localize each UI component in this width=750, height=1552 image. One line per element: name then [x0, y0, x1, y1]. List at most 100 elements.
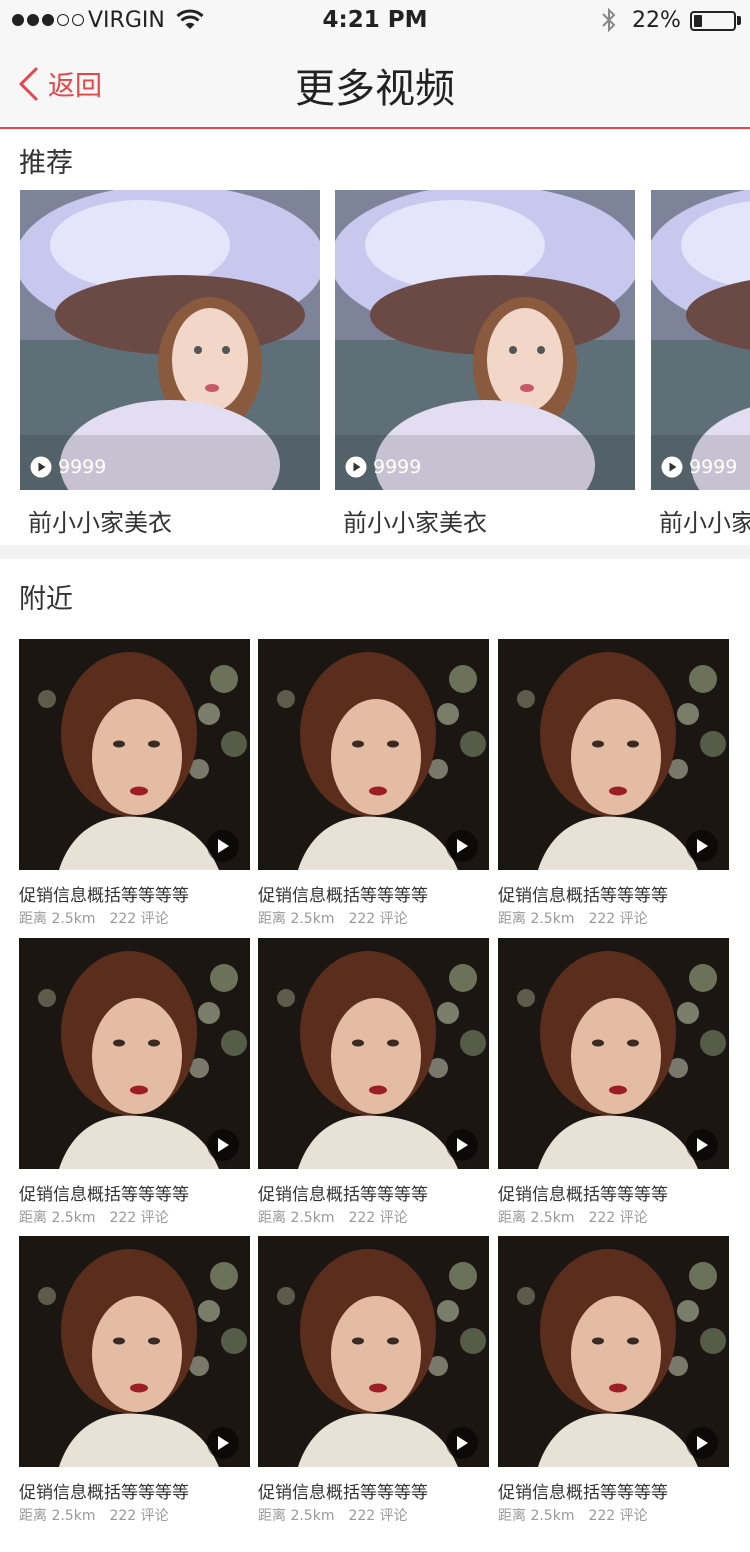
video-thumbnail[interactable] — [19, 938, 250, 1169]
play-button[interactable] — [686, 1427, 718, 1459]
play-count: 9999 — [58, 456, 107, 478]
nearby-item-title: 促销信息概括等等等等 — [498, 1185, 668, 1205]
recommend-carousel[interactable]: 9999 前小小家美衣 9999 前小小家美衣 9999 前小小家 — [0, 190, 750, 542]
nearby-item-title: 促销信息概括等等等等 — [498, 886, 668, 906]
video-thumbnail[interactable] — [498, 639, 729, 870]
play-circle-icon — [345, 456, 367, 478]
battery-nub — [737, 16, 741, 25]
play-button[interactable] — [207, 1427, 239, 1459]
portrait-hat-image — [651, 190, 750, 490]
distance-label: 距离 2.5km — [258, 1508, 335, 1524]
nearby-video-item[interactable]: 促销信息概括等等等等 距离 2.5km 222 评论 — [19, 1236, 250, 1526]
comment-count: 222 评论 — [109, 911, 169, 927]
nearby-item-title: 促销信息概括等等等等 — [19, 886, 189, 906]
distance-label: 距离 2.5km — [258, 1210, 335, 1226]
bluetooth-icon — [602, 7, 616, 33]
comment-count: 222 评论 — [348, 1210, 408, 1226]
play-count-badge: 9999 — [345, 456, 421, 478]
recommend-card[interactable]: 9999 前小小家美衣 — [20, 190, 320, 542]
play-count-badge: 9999 — [30, 456, 106, 478]
video-thumbnail[interactable] — [258, 938, 489, 1169]
video-thumbnail[interactable] — [498, 1236, 729, 1467]
nearby-video-item[interactable]: 促销信息概括等等等等 距离 2.5km 222 评论 — [258, 938, 489, 1228]
video-thumbnail[interactable]: 9999 — [20, 190, 320, 490]
page-title: 更多视频 — [295, 66, 455, 112]
comment-count: 222 评论 — [348, 911, 408, 927]
play-button[interactable] — [207, 1129, 239, 1161]
portrait-hat-image — [335, 190, 635, 490]
video-thumbnail[interactable]: 9999 — [335, 190, 635, 490]
play-button[interactable] — [446, 830, 478, 862]
play-icon — [697, 1138, 708, 1152]
nearby-video-item[interactable]: 促销信息概括等等等等 距离 2.5km 222 评论 — [19, 938, 250, 1228]
recommend-card[interactable]: 9999 前小小家 — [651, 190, 750, 542]
play-button[interactable] — [446, 1427, 478, 1459]
video-thumbnail[interactable] — [258, 1236, 489, 1467]
comment-count: 222 评论 — [588, 1508, 648, 1524]
nearby-item-meta: 距离 2.5km 222 评论 — [258, 908, 408, 928]
distance-label: 距离 2.5km — [498, 1508, 575, 1524]
nearby-item-title: 促销信息概括等等等等 — [258, 1483, 428, 1503]
nearby-item-meta: 距离 2.5km 222 评论 — [258, 1207, 408, 1227]
nearby-item-meta: 距离 2.5km 222 评论 — [258, 1505, 408, 1525]
play-icon — [218, 839, 229, 853]
battery-icon — [690, 11, 736, 31]
play-count: 9999 — [689, 456, 738, 478]
nearby-video-item[interactable]: 促销信息概括等等等等 距离 2.5km 222 评论 — [498, 1236, 729, 1526]
play-icon — [457, 839, 468, 853]
video-thumbnail[interactable] — [19, 1236, 250, 1467]
nearby-item-title: 促销信息概括等等等等 — [258, 886, 428, 906]
play-icon — [457, 1436, 468, 1450]
recommend-caption: 前小小家美衣 — [343, 509, 487, 537]
video-thumbnail[interactable] — [258, 639, 489, 870]
recommend-caption: 前小小家 — [659, 509, 750, 537]
play-icon — [697, 1436, 708, 1450]
recommend-card[interactable]: 9999 前小小家美衣 — [335, 190, 635, 542]
nearby-item-meta: 距离 2.5km 222 评论 — [19, 908, 169, 928]
play-count-badge: 9999 — [661, 456, 737, 478]
status-bar: VIRGIN 4:21 PM 22% — [0, 0, 750, 40]
distance-label: 距离 2.5km — [498, 1210, 575, 1226]
distance-label: 距离 2.5km — [258, 911, 335, 927]
nearby-item-title: 促销信息概括等等等等 — [498, 1483, 668, 1503]
nearby-item-meta: 距离 2.5km 222 评论 — [498, 908, 648, 928]
comment-count: 222 评论 — [588, 1210, 648, 1226]
nearby-item-title: 促销信息概括等等等等 — [19, 1483, 189, 1503]
nearby-video-item[interactable]: 促销信息概括等等等等 距离 2.5km 222 评论 — [498, 639, 729, 929]
section-divider — [0, 545, 750, 559]
nearby-item-title: 促销信息概括等等等等 — [19, 1185, 189, 1205]
play-button[interactable] — [686, 1129, 718, 1161]
navigation-bar: 返回 更多视频 — [0, 40, 750, 129]
video-thumbnail[interactable] — [498, 938, 729, 1169]
battery-level-fill — [694, 15, 702, 27]
nearby-video-item[interactable]: 促销信息概括等等等等 距离 2.5km 222 评论 — [258, 639, 489, 929]
nearby-item-meta: 距离 2.5km 222 评论 — [19, 1505, 169, 1525]
nearby-video-item[interactable]: 促销信息概括等等等等 距离 2.5km 222 评论 — [19, 639, 250, 929]
nearby-item-meta: 距离 2.5km 222 评论 — [498, 1505, 648, 1525]
distance-label: 距离 2.5km — [19, 1210, 96, 1226]
nearby-video-item[interactable]: 促销信息概括等等等等 距离 2.5km 222 评论 — [258, 1236, 489, 1526]
distance-label: 距离 2.5km — [19, 1508, 96, 1524]
nearby-item-meta: 距离 2.5km 222 评论 — [19, 1207, 169, 1227]
video-thumbnail[interactable] — [19, 639, 250, 870]
nearby-item-meta: 距离 2.5km 222 评论 — [498, 1207, 648, 1227]
play-circle-icon — [661, 456, 683, 478]
distance-label: 距离 2.5km — [19, 911, 96, 927]
play-button[interactable] — [446, 1129, 478, 1161]
play-count: 9999 — [373, 456, 422, 478]
play-button[interactable] — [207, 830, 239, 862]
nearby-video-item[interactable]: 促销信息概括等等等等 距离 2.5km 222 评论 — [498, 938, 729, 1228]
play-button[interactable] — [686, 830, 718, 862]
play-circle-icon — [30, 456, 52, 478]
comment-count: 222 评论 — [588, 911, 648, 927]
comment-count: 222 评论 — [109, 1210, 169, 1226]
play-icon — [457, 1138, 468, 1152]
nearby-section-title: 附近 — [19, 584, 73, 615]
video-thumbnail[interactable]: 9999 — [651, 190, 750, 490]
play-icon — [218, 1436, 229, 1450]
comment-count: 222 评论 — [109, 1508, 169, 1524]
recommend-section-title: 推荐 — [19, 148, 73, 179]
play-icon — [218, 1138, 229, 1152]
comment-count: 222 评论 — [348, 1508, 408, 1524]
distance-label: 距离 2.5km — [498, 911, 575, 927]
